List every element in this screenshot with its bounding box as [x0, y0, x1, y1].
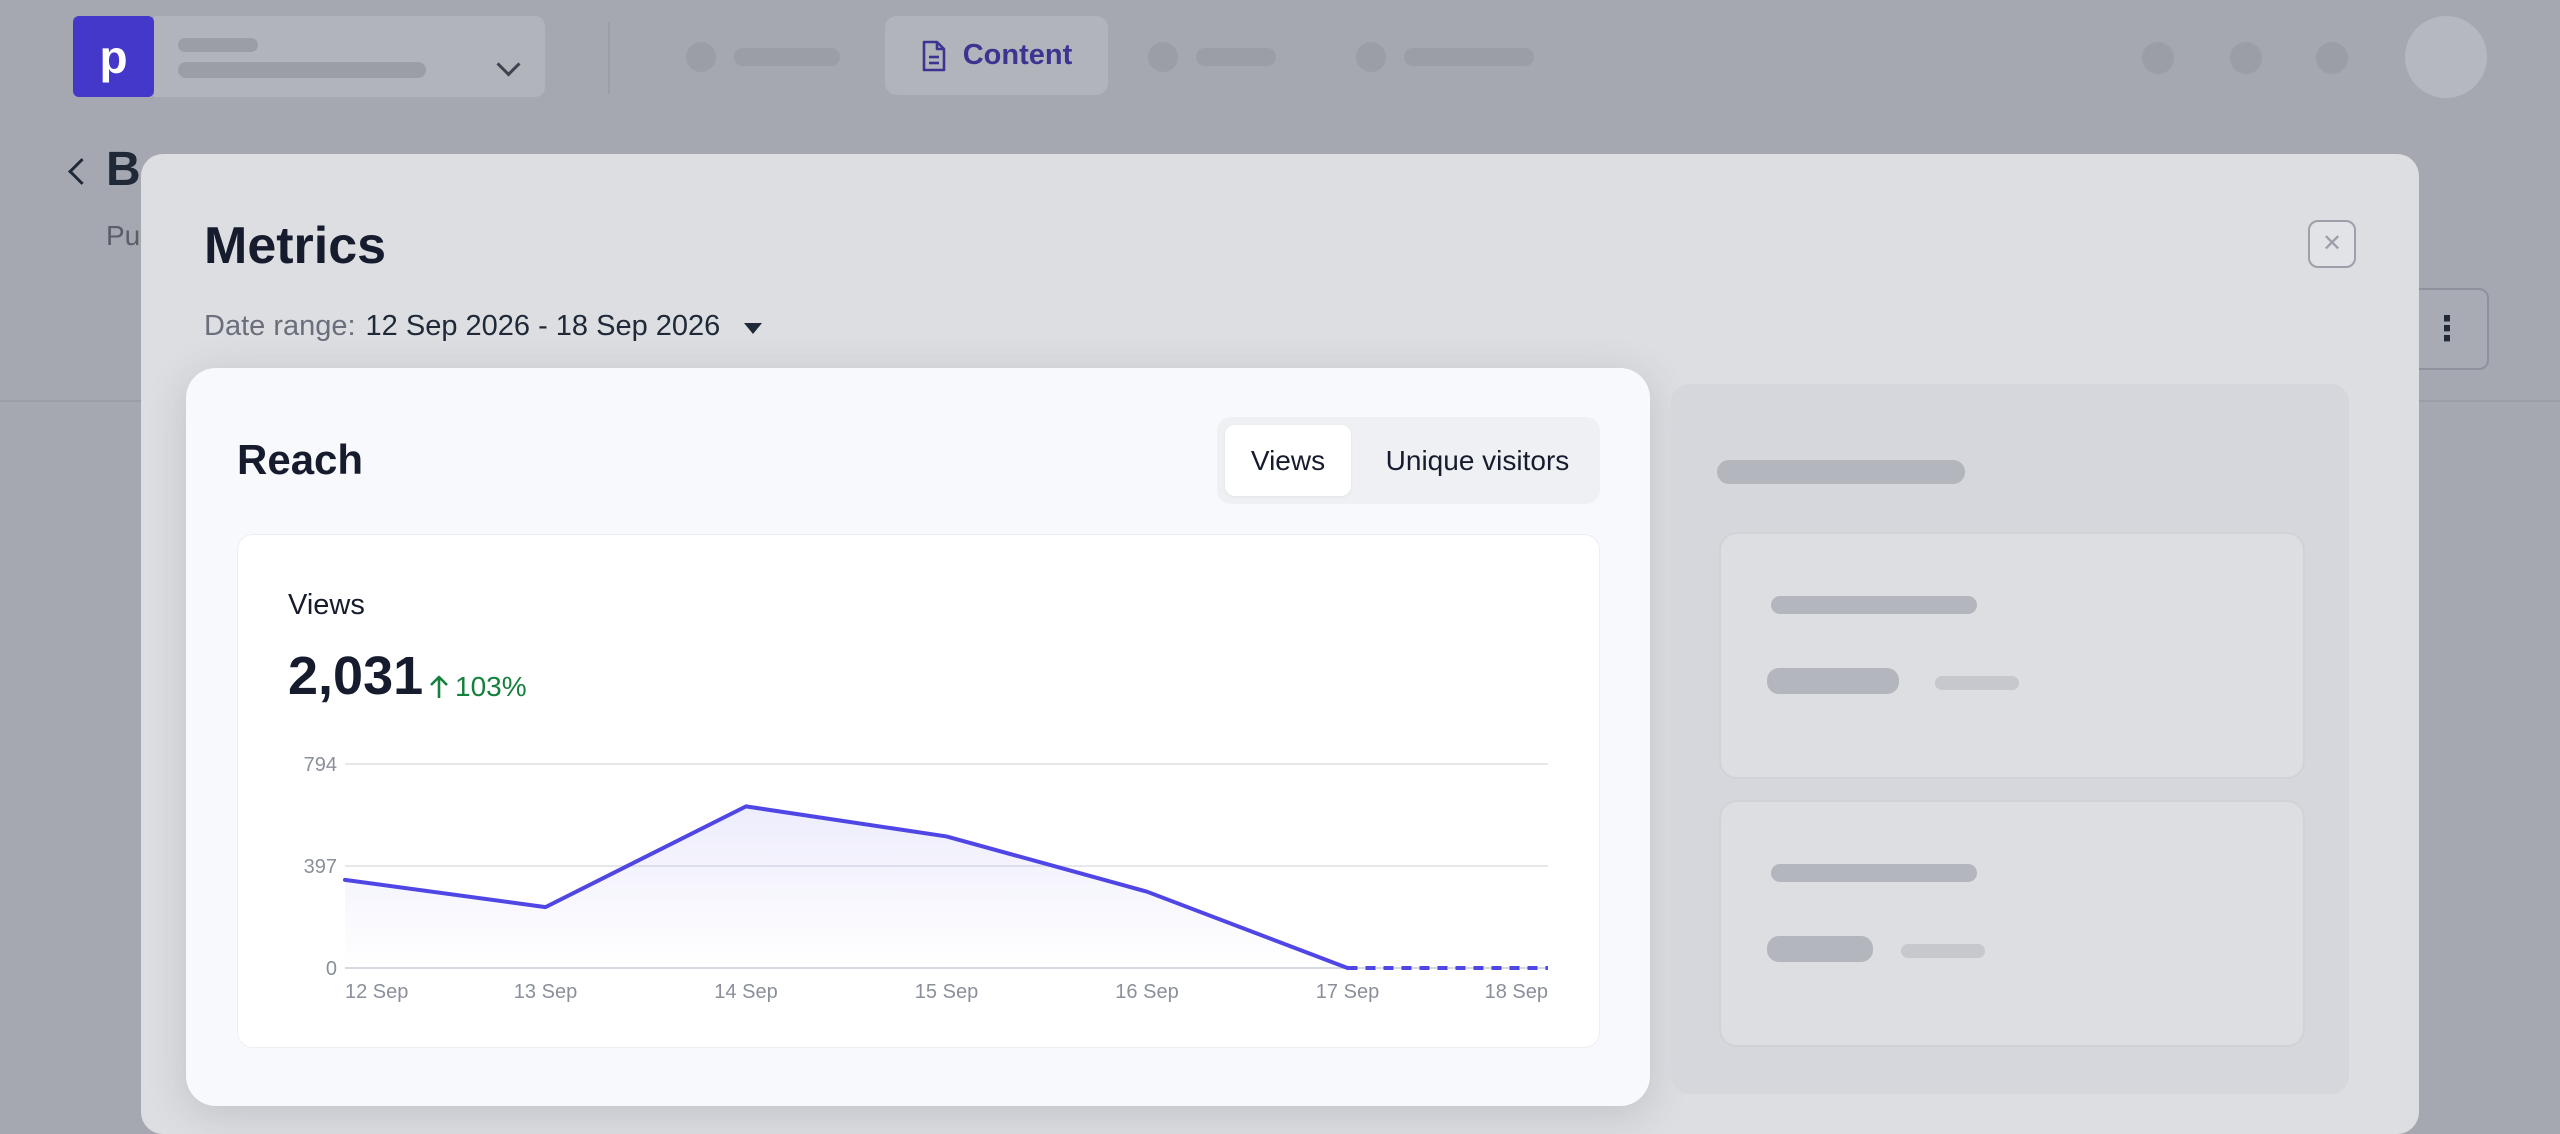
page-title: B [106, 143, 141, 196]
y-tick-label: 0 [326, 958, 337, 980]
skeleton-icon [1148, 42, 1178, 72]
metrics-modal: Metrics ✕ Date range: 12 Sep 2026 - 18 S… [141, 154, 2419, 1134]
y-tick-label: 794 [304, 754, 337, 776]
secondary-metrics-panel-loading [1671, 384, 2349, 1094]
app-logo[interactable]: p [73, 16, 154, 97]
x-tick-label: 15 Sep [915, 981, 978, 1003]
date-range-selector[interactable]: Date range: 12 Sep 2026 - 18 Sep 2026 [204, 310, 763, 343]
skeleton-value [1767, 936, 1873, 962]
skeleton-line [178, 62, 426, 78]
skeleton-icon [686, 42, 716, 72]
skeleton-card [1719, 532, 2305, 779]
nav-item-label: Content [962, 39, 1073, 71]
date-range-label: Date range: [204, 310, 356, 342]
skeleton-icon [1356, 42, 1386, 72]
reach-metric-toggle: Views Unique visitors [1217, 417, 1600, 504]
skeleton-icon[interactable] [2316, 42, 2348, 74]
skeleton-nav-item [734, 48, 840, 66]
x-tick-label: 17 Sep [1316, 981, 1379, 1003]
date-range-value: 12 Sep 2026 - 18 Sep 2026 [365, 310, 721, 342]
skeleton-line [1935, 676, 2019, 690]
data-point [1144, 889, 1150, 895]
reach-title: Reach [237, 436, 364, 483]
skeleton-line [1771, 864, 1977, 882]
data-point [543, 904, 549, 910]
skeleton-line [1901, 944, 1985, 958]
page-subtitle: Pu [106, 220, 141, 251]
modal-title: Metrics [204, 217, 387, 275]
series-area [345, 806, 1348, 968]
data-point [1545, 965, 1551, 971]
skeleton-icon[interactable] [2142, 42, 2174, 74]
tab-views[interactable]: Views [1225, 425, 1351, 496]
top-navigation-bar: p Content [0, 0, 2560, 116]
x-tick-label: 12 Sep [345, 981, 408, 1003]
caret-down-icon [744, 323, 763, 334]
document-icon [922, 40, 946, 71]
y-tick-label: 397 [304, 856, 337, 878]
skeleton-heading [1717, 460, 1965, 484]
x-tick-label: 18 Sep [1485, 981, 1548, 1003]
x-tick-label: 16 Sep [1115, 981, 1178, 1003]
divider [608, 22, 610, 94]
close-icon: ✕ [2321, 230, 2343, 257]
skeleton-line [178, 38, 258, 52]
views-chart-panel: Views 2,031 103% 0 397 794 12 Sep 13 Sep 14 S… [237, 534, 1600, 1048]
data-point [743, 803, 749, 809]
skeleton-card [1719, 800, 2305, 1047]
close-button[interactable]: ✕ [2308, 220, 2356, 268]
x-tick-label: 13 Sep [514, 981, 577, 1003]
data-point [342, 877, 348, 883]
data-point [1345, 965, 1351, 971]
skeleton-nav-item [1196, 48, 1276, 66]
skeleton-value [1767, 668, 1899, 694]
tab-unique-visitors[interactable]: Unique visitors [1363, 425, 1592, 496]
data-point [944, 833, 950, 839]
nav-item-content[interactable]: Content [885, 16, 1108, 95]
reach-card: Reach Views Unique visitors Views 2,031 … [186, 368, 1650, 1106]
x-tick-label: 14 Sep [714, 981, 777, 1003]
workspace-switcher[interactable] [154, 16, 545, 97]
more-vertical-icon: ⋮ [2430, 310, 2464, 348]
views-line-chart: 0 397 794 12 Sep 13 Sep 14 Sep 15 Sep 16 Sep 17 … [304, 754, 1551, 1003]
skeleton-icon[interactable] [2230, 42, 2262, 74]
avatar[interactable] [2405, 16, 2487, 98]
skeleton-line [1771, 596, 1977, 614]
skeleton-nav-item [1404, 48, 1534, 66]
